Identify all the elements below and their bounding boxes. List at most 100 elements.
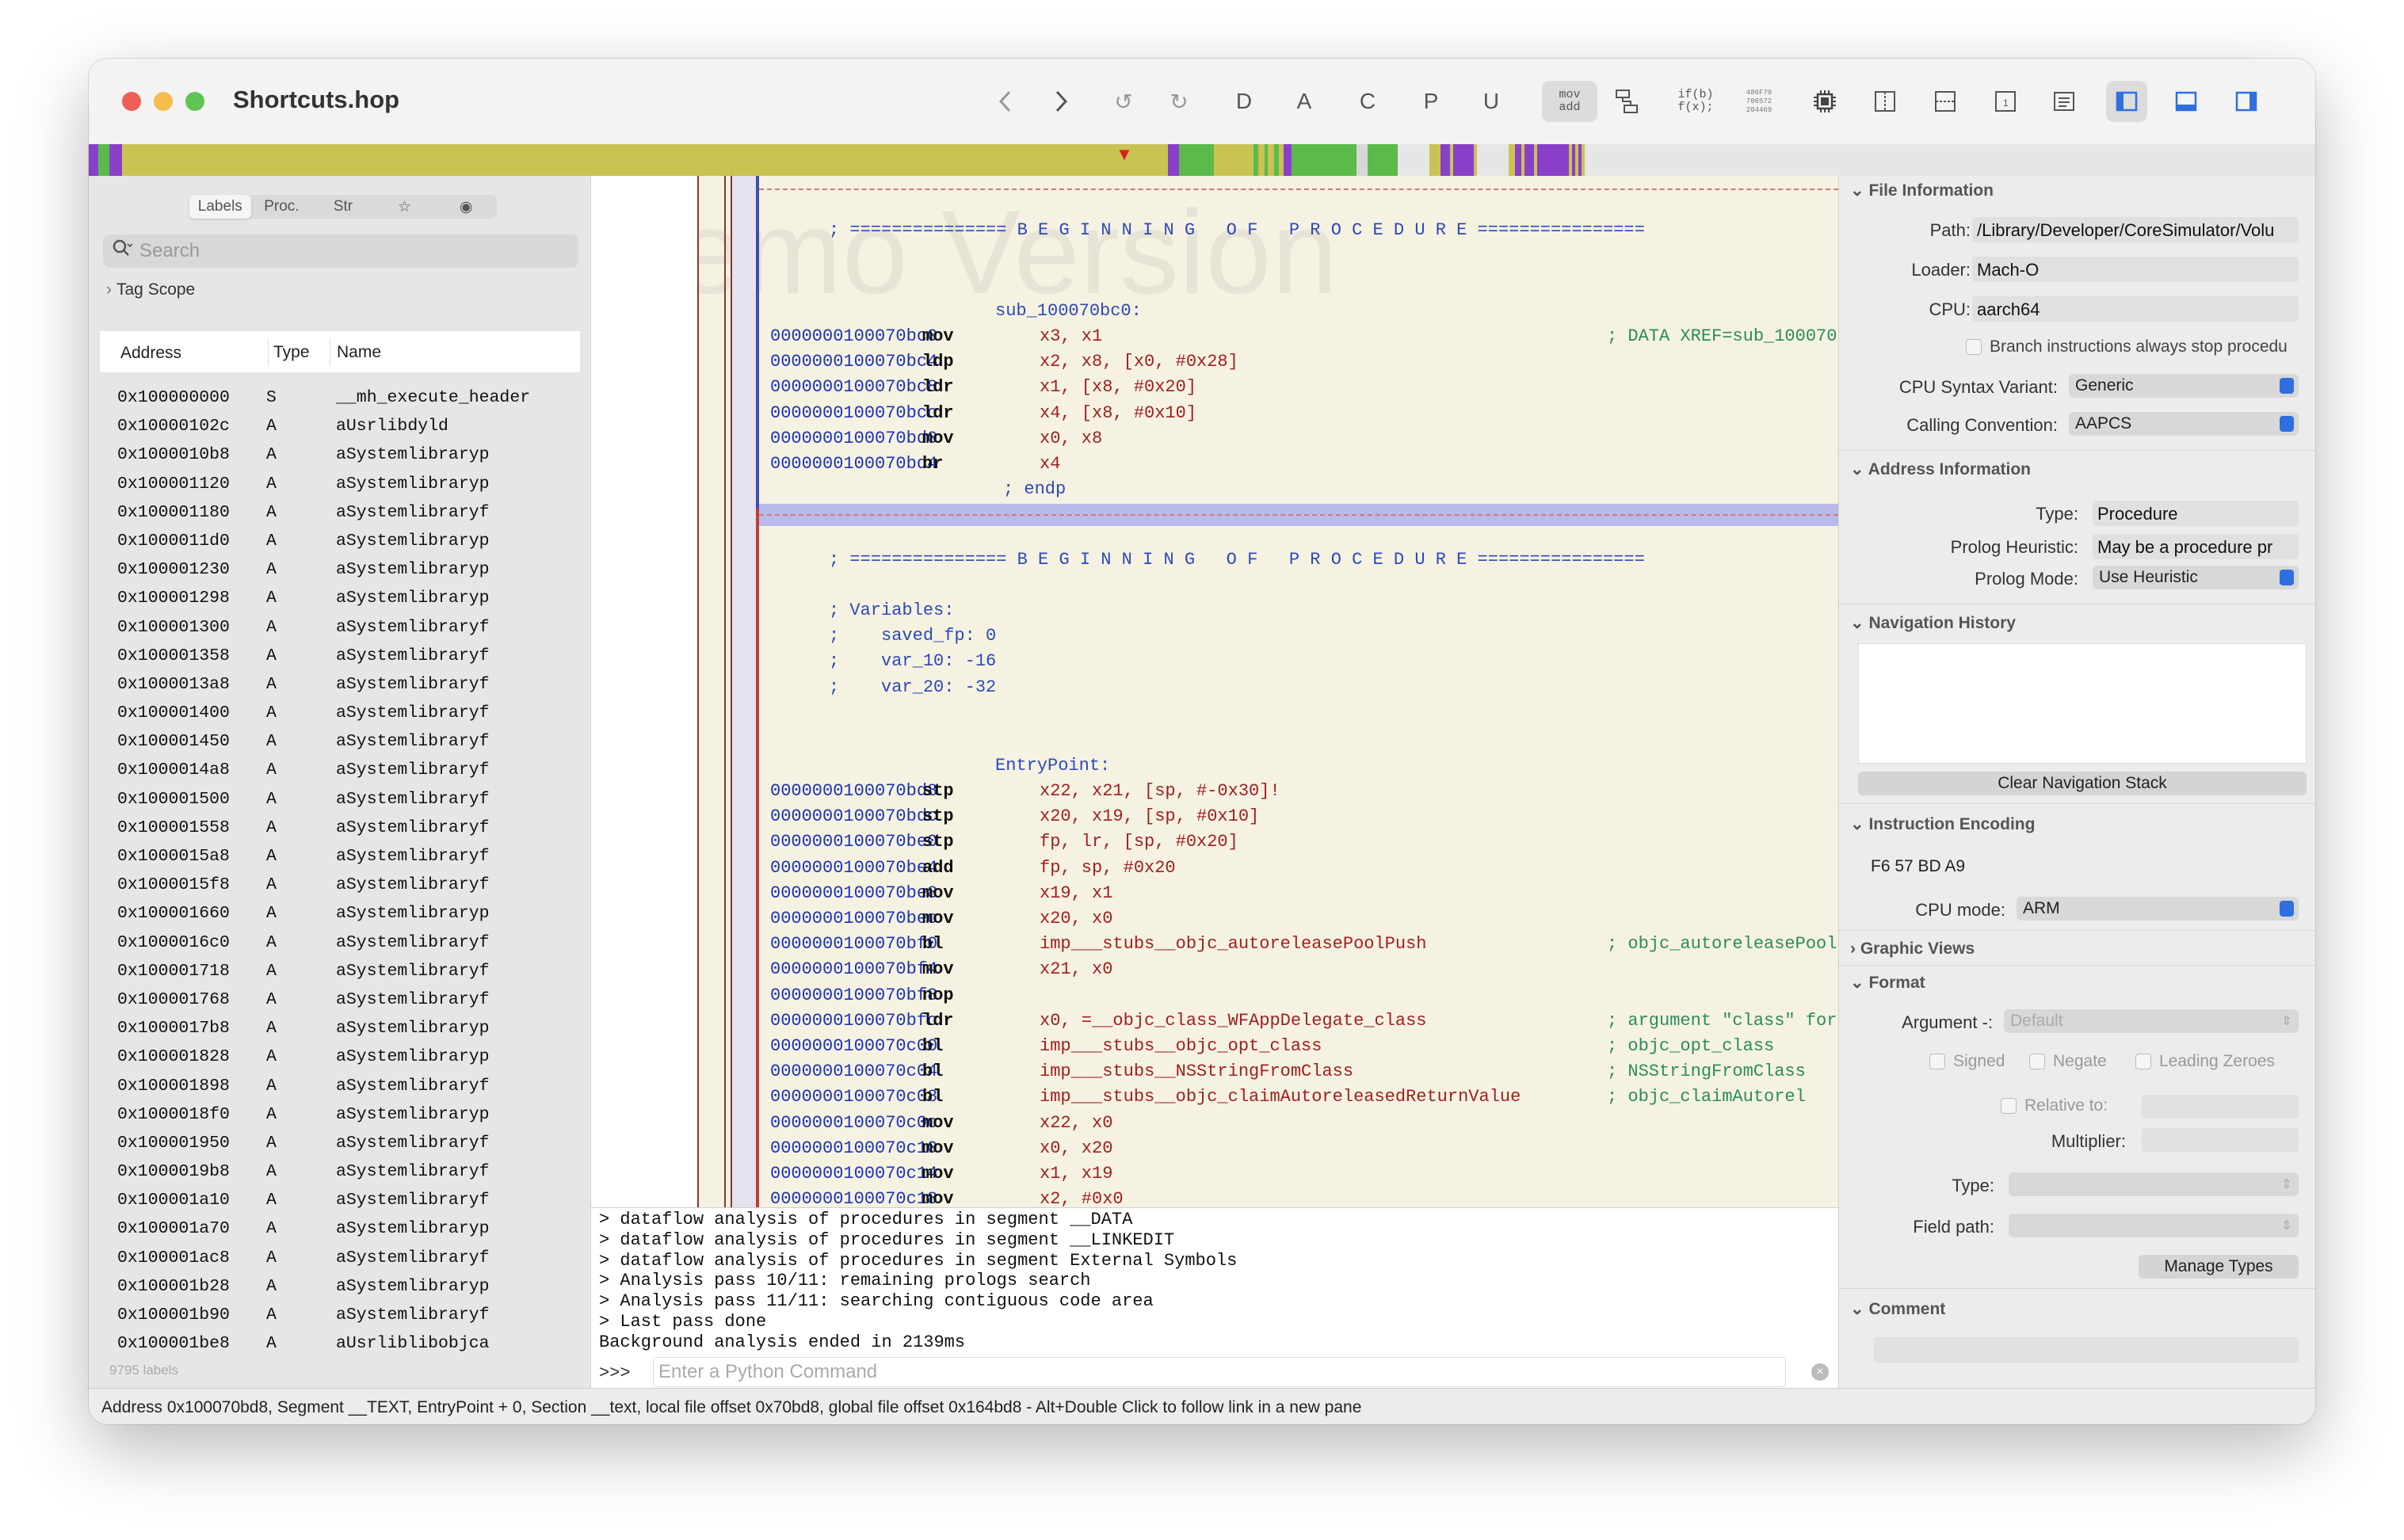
instruction-line[interactable]: 0000000100070be4 add fp, sp, #0x20 — [591, 858, 1838, 883]
table-row[interactable]: 0x100001660 AaSystemlibraryp — [100, 899, 580, 928]
instruction-line[interactable]: 0000000100070bc0 mov x3, x1 ; DATA XREF=sub… — [591, 326, 1838, 352]
table-row[interactable]: 0x1000011d0 AaSystemlibraryp — [100, 527, 580, 555]
pseudocode-button[interactable]: if(b) f(x); — [1672, 81, 1719, 122]
tab-strings[interactable]: Str — [312, 195, 374, 219]
zoom-button[interactable] — [185, 92, 204, 111]
instruction-line[interactable]: 0000000100070c08 bl imp___stubs__objc_clai… — [591, 1087, 1838, 1112]
disassembly-view[interactable]: Demo Version ; =============== B E G I N… — [591, 176, 1838, 1207]
tab-labels[interactable]: Labels — [189, 195, 251, 219]
comment-input[interactable] — [1874, 1337, 2299, 1363]
ascii-button[interactable]: A — [1288, 81, 1320, 122]
instruction-line[interactable]: 0000000100070bf0 bl imp___stubs__objc_auto… — [591, 934, 1838, 959]
python-command-input[interactable]: Enter a Python Command — [653, 1357, 1786, 1387]
toggle-bottom-pane-icon[interactable] — [2168, 81, 2204, 122]
table-row[interactable]: 0x1000018f0 AaSystemlibraryp — [100, 1100, 580, 1129]
branch-stop-checkbox[interactable] — [1966, 339, 1982, 355]
instruction-line[interactable]: 0000000100070bc4 ldp x2, x8, [x0, #0x28] — [591, 352, 1838, 377]
hex-mode-button[interactable]: 486F70 706572 204469 — [1735, 81, 1783, 122]
graphic-views-section[interactable]: › Graphic Views — [1850, 940, 1975, 959]
instruction-line[interactable]: 0000000100070bd0 mov x0, x8 — [591, 429, 1838, 454]
table-row[interactable]: 0x100001b90 AaSystemlibraryf — [100, 1301, 580, 1329]
relative-to-input[interactable] — [2142, 1095, 2299, 1119]
single-pane-icon[interactable]: 1 — [1987, 81, 2024, 122]
document-info-icon[interactable] — [2046, 81, 2082, 122]
table-row[interactable]: 0x1000015a8 AaSystemlibraryf — [100, 842, 580, 871]
multiplier-input[interactable] — [2142, 1128, 2299, 1152]
cfg-mode-icon[interactable] — [1607, 81, 1647, 122]
table-row[interactable]: 0x100001230 AaSystemlibraryp — [100, 555, 580, 584]
table-row[interactable]: 0x1000010b8 AaSystemlibraryp — [100, 440, 580, 469]
minimize-button[interactable] — [154, 92, 173, 111]
close-button[interactable] — [122, 92, 141, 111]
table-row[interactable]: 0x100001120 AaSystemlibraryp — [100, 470, 580, 498]
endp-comment[interactable]: ; endp — [1003, 479, 1066, 499]
tab-procedures[interactable]: Proc. — [251, 195, 313, 219]
instruction-line[interactable]: 0000000100070bc8 ldr x1, [x8, #0x20] — [591, 377, 1838, 402]
navigation-history-section[interactable]: ⌄ Navigation History — [1850, 613, 2016, 633]
tag-scope-disclosure[interactable]: › Tag Scope — [106, 280, 195, 299]
address-info-section[interactable]: ⌄ Address Information — [1850, 459, 2031, 479]
comment-section[interactable]: ⌄ Comment — [1850, 1299, 1945, 1319]
instruction-encoding-section[interactable]: ⌄ Instruction Encoding — [1850, 814, 2035, 834]
instruction-line[interactable]: 0000000100070bf4 mov x21, x0 — [591, 959, 1838, 985]
segment-navigation-bar[interactable]: ▼ — [89, 144, 2315, 176]
instruction-line[interactable]: 0000000100070c10 mov x0, x20 — [591, 1138, 1838, 1164]
table-row[interactable]: 0x100000000 S __mh_execute_header — [100, 383, 580, 412]
undefine-button[interactable]: U — [1475, 81, 1507, 122]
redo-icon[interactable]: ↻ — [1163, 81, 1195, 122]
negate-checkbox[interactable] — [2029, 1054, 2045, 1069]
table-row[interactable]: 0x100001828 AaSystemlibraryp — [100, 1043, 580, 1071]
assembly-mode-button[interactable]: mov add — [1542, 81, 1597, 122]
table-row[interactable]: 0x1000015f8 AaSystemlibraryf — [100, 871, 580, 899]
leading-zeroes-checkbox[interactable] — [2135, 1054, 2151, 1069]
table-row[interactable]: 0x100001768 AaSystemlibraryf — [100, 985, 580, 1014]
instruction-line[interactable]: 0000000100070bd4 br x4 — [591, 454, 1838, 479]
table-row[interactable]: 0x100001180 AaSystemlibraryf — [100, 498, 580, 527]
procedure-banner[interactable]: ; =============== B E G I N N I N G O F … — [829, 550, 1645, 570]
table-row[interactable]: 0x100001ac8 AaSystemlibraryf — [100, 1244, 580, 1272]
table-row[interactable]: 0x100001a10 AaSystemlibraryf — [100, 1186, 580, 1214]
code-button[interactable]: C — [1352, 81, 1383, 122]
column-address[interactable]: Address — [120, 344, 181, 363]
instruction-line[interactable]: 0000000100070c00 bl imp___stubs__objc_opt_… — [591, 1036, 1838, 1062]
toggle-left-pane-icon[interactable] — [2106, 81, 2147, 122]
file-info-section[interactable]: ⌄ File Information — [1850, 181, 1994, 200]
syntax-variant-select[interactable]: Generic — [2069, 374, 2299, 398]
instruction-line[interactable]: 0000000100070c14 mov x1, x19 — [591, 1164, 1838, 1189]
table-row[interactable]: 0x100001450 AaSystemlibraryf — [100, 727, 580, 756]
table-row[interactable]: 0x100001298 AaSystemlibraryp — [100, 584, 580, 612]
instruction-line[interactable]: 0000000100070bfc ldr x0, =__objc_class_WFA… — [591, 1011, 1838, 1036]
table-row[interactable]: 0x100001be8 AaUsrliblibobjca — [100, 1329, 580, 1358]
instruction-line[interactable]: 0000000100070bf8 nop — [591, 985, 1838, 1011]
table-row[interactable]: 0x100001898 AaSystemlibraryf — [100, 1072, 580, 1100]
table-row[interactable]: 0x1000017b8 AaSystemlibraryp — [100, 1014, 580, 1043]
undo-icon[interactable]: ↺ — [1108, 81, 1139, 122]
variable-line[interactable]: ; var_10: -16 — [829, 651, 996, 671]
split-vertical-icon[interactable] — [1867, 81, 1903, 122]
table-row[interactable]: 0x100001358 AaSystemlibraryf — [100, 642, 580, 670]
table-row[interactable]: 0x1000014a8 AaSystemlibraryf — [100, 756, 580, 784]
instruction-line[interactable]: 0000000100070bcc ldr x4, [x8, #0x10] — [591, 403, 1838, 429]
instruction-line[interactable]: 0000000100070bdc stp x20, x19, [sp, #0x10] — [591, 806, 1838, 832]
format-type-select[interactable]: ⇕ — [2009, 1172, 2299, 1196]
procedure-banner[interactable]: ; =============== B E G I N N I N G O F … — [829, 220, 1645, 240]
instruction-line[interactable]: 0000000100070be0 stp fp, lr, [sp, #0x20] — [591, 832, 1838, 857]
clear-input-icon[interactable]: × — [1811, 1363, 1829, 1381]
instruction-line[interactable]: 0000000100070be8 mov x19, x1 — [591, 883, 1838, 909]
table-row[interactable]: 0x1000019b8 AaSystemlibraryf — [100, 1157, 580, 1186]
forward-icon[interactable] — [1046, 81, 1078, 122]
split-horizontal-icon[interactable] — [1927, 81, 1963, 122]
column-type[interactable]: Type — [268, 339, 310, 366]
toggle-right-pane-icon[interactable] — [2228, 81, 2265, 122]
search-input[interactable]: Search — [103, 234, 578, 268]
navigation-history-list[interactable] — [1858, 643, 2307, 764]
manage-types-button[interactable]: Manage Types — [2139, 1255, 2299, 1279]
instruction-line[interactable]: 0000000100070bec mov x20, x0 — [591, 909, 1838, 934]
variable-line[interactable]: ; Variables: — [829, 600, 954, 620]
clear-navigation-stack-button[interactable]: Clear Navigation Stack — [1858, 772, 2307, 795]
procedure-label[interactable]: sub_100070bc0: — [995, 301, 1142, 321]
format-section[interactable]: ⌄ Format — [1850, 973, 1925, 993]
table-row[interactable]: 0x100001558 AaSystemlibraryf — [100, 814, 580, 842]
instruction-line[interactable]: 0000000100070c0c mov x22, x0 — [591, 1113, 1838, 1138]
table-row[interactable]: 0x100001400 AaSystemlibraryf — [100, 699, 580, 727]
